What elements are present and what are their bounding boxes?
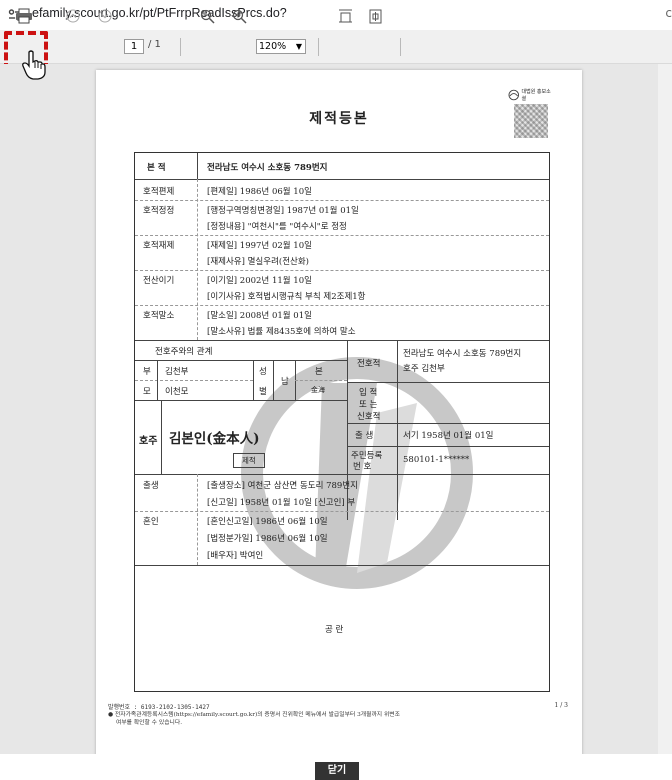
court-logo-icon: 대법원 홍보소셜 [508,88,554,102]
seal-text: 대법원 홍보소셜 [521,89,551,102]
prev-page-icon[interactable] [64,6,82,26]
removal-stamp: 제적 [233,453,265,468]
personal-event-line: [신고일] 1958년 01월 10일 [신고인] 부 [207,498,356,508]
verification-note: ● 전자가족관계등록시스템(https://efamily.scourt.go.… [108,711,568,727]
head-label: 호주 [139,436,158,447]
relation-header: 전호주와의 관계 [155,347,213,357]
url-trunc: c [665,6,672,20]
issue-number: 발행번호 : 6193-2102-1305-1427 [108,704,210,711]
event-label: 호적말소 [143,311,175,321]
personal-event-line: [법정분가일] 1986년 06월 10일 [207,534,328,544]
personal-event-label: 혼인 [143,517,159,527]
entry-label: 입 적 [359,388,378,398]
pdf-toolbar [0,30,672,64]
event-line: [말소일] 2008년 01월 01일 [207,311,312,321]
page-number-input[interactable]: 1 [124,39,144,54]
personal-event-line: [혼인신고일] 1986년 06월 10일 [207,517,328,527]
toolbar-divider [180,38,181,56]
sex-value: 남 [281,377,289,387]
event-line: [편제일] 1986년 06월 10일 [207,187,312,197]
event-line: [이기사유] 호적법시행규칙 부칙 제2조제1항 [207,292,366,302]
entry-label: 또 는 [359,400,378,410]
mother-name: 이천모 [165,387,189,397]
event-label: 호적편제 [143,187,175,197]
personal-event-line: [출생장소] 여천군 삼산면 동도리 789번지 [207,481,358,491]
birth-value: 서기 1958년 01월 01일 [403,431,494,441]
rrn-label: 번 호 [353,462,372,472]
event-line: [정정내용] "여천시"를 "여수시"로 정정 [207,222,347,232]
barcode-image [514,104,548,138]
zoom-value: 120% [259,41,287,52]
verification-note-line: 여부를 확인할 수 있습니다. [116,720,183,726]
event-label: 호적정정 [143,206,175,216]
fit-page-icon[interactable] [366,6,384,26]
event-label: 호적재제 [143,241,175,251]
chevron-down-icon: ▼ [295,42,302,51]
personal-event-label: 출생 [143,481,159,491]
father-label: 부 [143,367,151,377]
event-line: [이기일] 2002년 11월 10일 [207,276,312,286]
verification-note-line: ● 전자가족관계등록시스템(https://efamily.scourt.go.… [108,712,400,718]
close-button[interactable]: 닫기 [315,762,359,780]
father-name: 김천부 [165,367,189,377]
prev-head-address: 전라남도 여수시 소호동 789번지 [403,349,522,359]
toolbar-divider [318,38,319,56]
zoom-select[interactable]: 120% ▼ [256,39,306,54]
event-line: [재제사유] 멸실우려(전산화) [207,257,309,267]
blank-text: 공 란 [325,625,344,635]
event-line: [재제일] 1997년 02월 10일 [207,241,312,251]
origin-label: 본 적 [147,163,166,173]
prev-head-name: 호주 김천부 [403,364,445,374]
birth-label: 출 생 [355,431,374,441]
page-total: / 1 [148,39,161,50]
event-line: [행정구역명칭변경일] 1987년 01월 01일 [207,206,359,216]
zoom-out-icon[interactable] [198,6,216,26]
doc-page-number: 1 / 3 [554,702,568,709]
event-label: 전산이기 [143,276,175,286]
person-name: 김본인(金本人) [169,431,260,447]
origin-value: 전라남도 여수시 소호동 789번지 [207,163,328,173]
toolbar-divider [400,38,401,56]
rrn-value: 580101-1****** [403,455,470,465]
hand-cursor-icon [22,50,46,84]
sex-label: 성 [259,367,267,377]
record-table: 본 적 전라남도 여수시 소호동 789번지 호적편제 [편제일] 1986년 … [134,152,550,692]
prev-head-label: 전호적 [357,359,381,369]
event-line: [말소사유] 법률 제8435호에 의하여 말소 [207,327,356,337]
clan-origin-label: 본 [315,367,323,377]
personal-event-line: [배우자] 박여인 [207,551,264,561]
clan-origin-value: 金海 [311,386,325,394]
entry-label: 신호적 [357,412,381,422]
mother-label: 모 [143,387,151,397]
sex-label: 별 [259,387,267,397]
next-page-icon[interactable] [96,6,114,26]
court-seal: 대법원 홍보소셜 [508,88,554,146]
fit-width-icon[interactable] [336,6,354,26]
document-page: 제적등본 대법원 홍보소셜 본 적 전라남도 여수시 소호동 789번지 호적편… [96,70,582,760]
zoom-in-icon[interactable] [230,6,248,26]
print-icon[interactable] [14,6,34,26]
scrollbar[interactable] [658,64,672,754]
